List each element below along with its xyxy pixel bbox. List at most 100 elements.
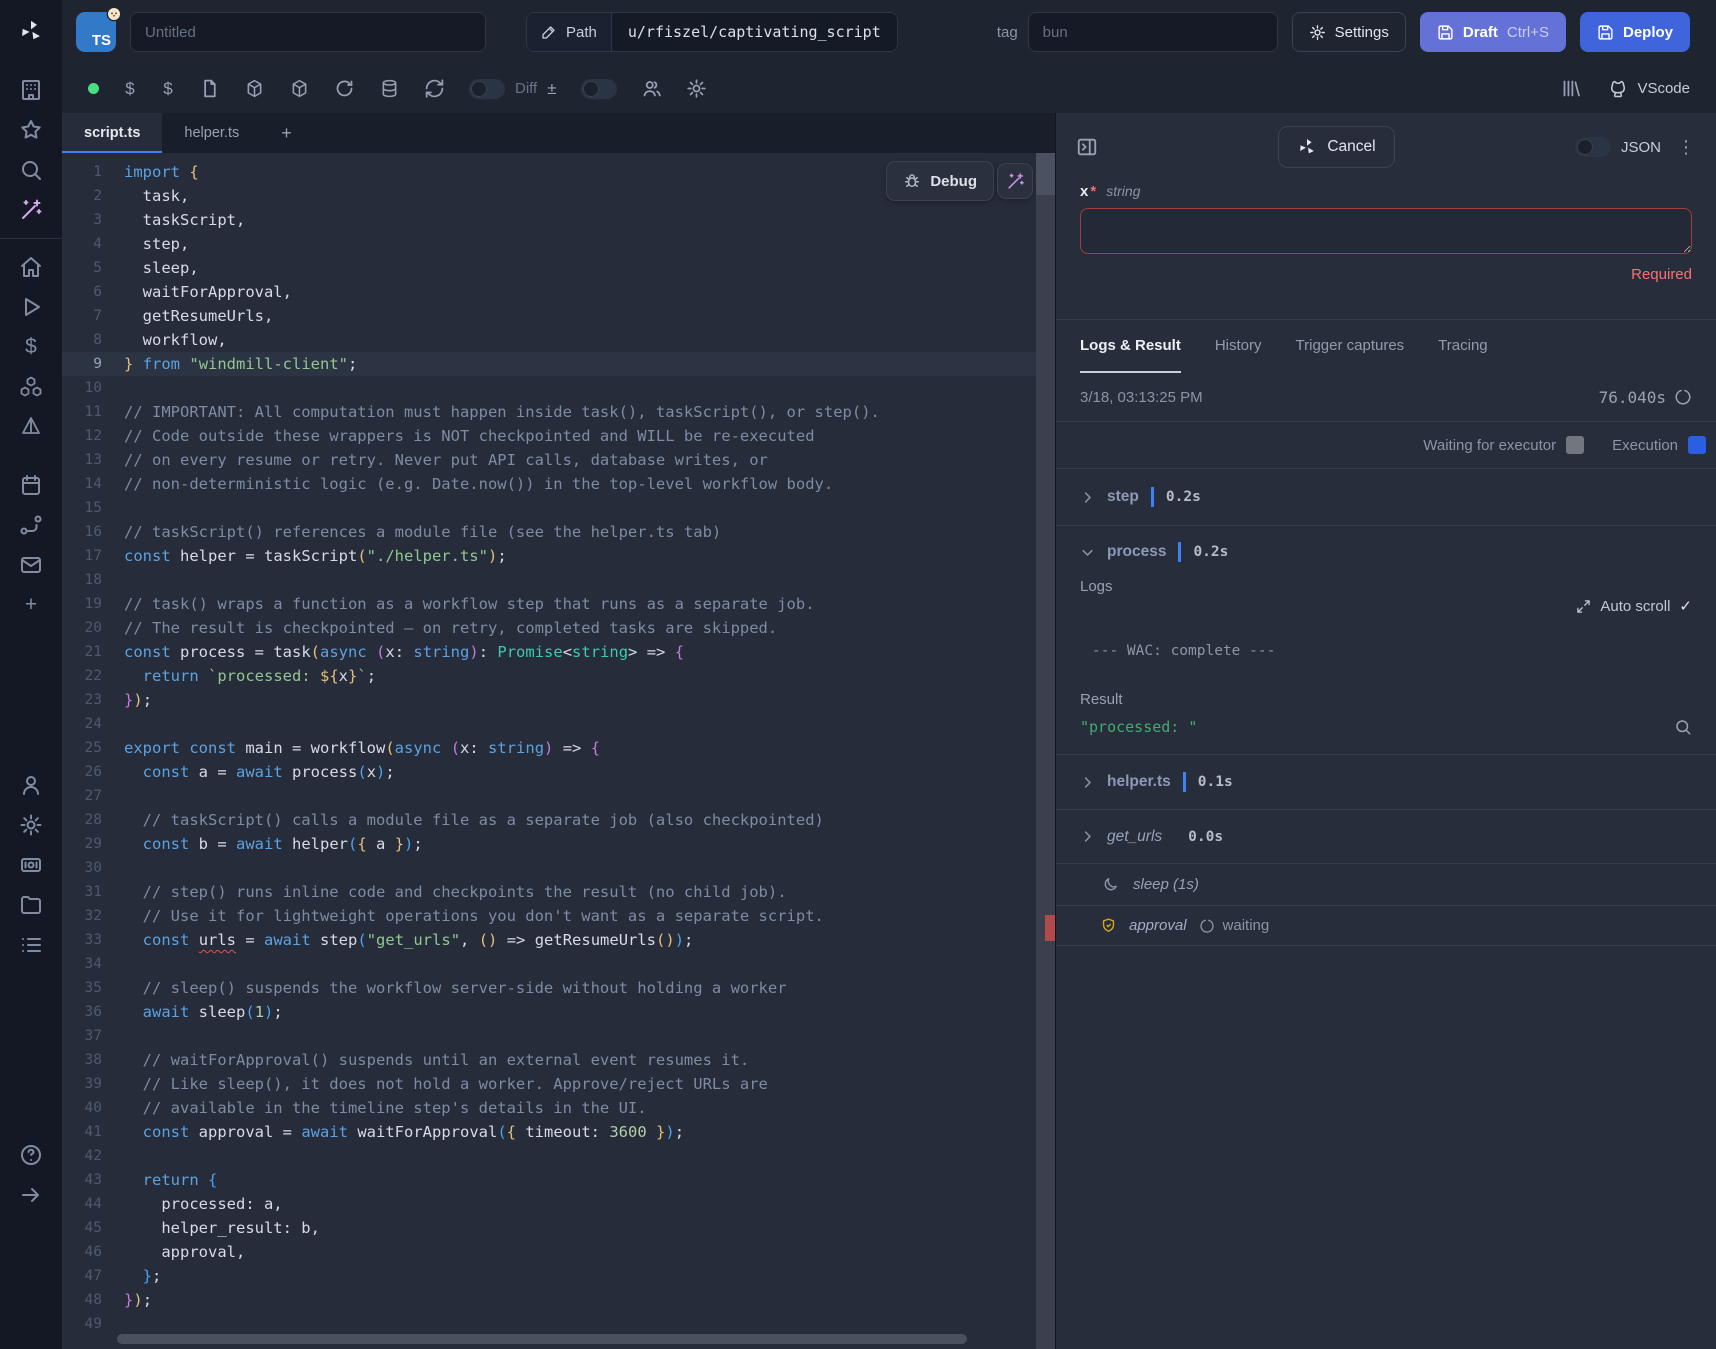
favorites-star-icon[interactable] [19, 118, 43, 142]
code-line[interactable]: 21const process = task(async (x: string)… [62, 640, 1036, 664]
code-line[interactable]: 5 sleep, [62, 256, 1036, 280]
flows-route-icon[interactable] [19, 513, 43, 537]
code-line[interactable]: 20// The result is checkpointed — on ret… [62, 616, 1036, 640]
code-line[interactable]: 11// IMPORTANT: All computation must hap… [62, 400, 1036, 424]
tab-logs-result[interactable]: Logs & Result [1080, 320, 1181, 373]
code-line[interactable]: 26 const a = await process(x); [62, 760, 1036, 784]
code-line[interactable]: 13// on every resume or retry. Never put… [62, 448, 1036, 472]
runs-play-icon[interactable] [19, 295, 43, 319]
package-icon[interactable] [244, 78, 265, 99]
schedules-prism-icon[interactable] [19, 415, 43, 439]
diff-toggle[interactable] [469, 79, 505, 99]
refresh-icon[interactable] [424, 78, 445, 99]
code-line[interactable]: 49 [62, 1312, 1036, 1336]
user-icon[interactable] [19, 773, 43, 797]
code-line[interactable]: 9} from "windmill-client"; [62, 352, 1036, 376]
code-line[interactable]: 25export const main = workflow(async (x:… [62, 736, 1036, 760]
folders-icon[interactable] [19, 893, 43, 917]
draft-button[interactable]: Draft Ctrl+S [1420, 12, 1566, 52]
debug-button[interactable]: Debug [886, 161, 994, 201]
code-line[interactable]: 23}); [62, 688, 1036, 712]
code-line[interactable]: 30 [62, 856, 1036, 880]
code-line[interactable]: 6 waitForApproval, [62, 280, 1036, 304]
scrollbar-thumb[interactable] [1036, 153, 1055, 195]
code-line[interactable]: 14// non-deterministic logic (e.g. Date.… [62, 472, 1036, 496]
settings-gear-icon[interactable] [19, 813, 43, 837]
code-line[interactable]: 18 [62, 568, 1036, 592]
kebab-menu-icon[interactable]: ⋮ [1677, 137, 1696, 158]
new-tab-button[interactable]: + [261, 113, 312, 153]
code-line[interactable]: 32 // Use it for lightweight operations … [62, 904, 1036, 928]
code-line[interactable]: 28 // taskScript() calls a module file a… [62, 808, 1036, 832]
code-line[interactable]: 7 getResumeUrls, [62, 304, 1036, 328]
code-line[interactable]: 34 [62, 952, 1036, 976]
calendar-icon[interactable] [19, 473, 43, 497]
code-line[interactable]: 42 [62, 1144, 1036, 1168]
timeline-row-step[interactable]: step 0.2s [1056, 469, 1716, 526]
mail-icon[interactable] [19, 553, 43, 577]
code-line[interactable]: 29 const b = await helper({ a }); [62, 832, 1036, 856]
search-icon[interactable] [19, 158, 43, 182]
package-icon[interactable] [289, 78, 310, 99]
vertical-scrollbar[interactable] [1036, 153, 1055, 1349]
add-plus-icon[interactable]: + [19, 593, 43, 617]
code-line[interactable]: 44 processed: a, [62, 1192, 1036, 1216]
timeline-row-sleep[interactable]: sleep (1s) [1056, 864, 1716, 906]
ai-wand-button[interactable] [997, 163, 1033, 199]
variables-dollar-icon[interactable]: $ [123, 78, 137, 99]
resources-cubes-icon[interactable] [19, 375, 43, 399]
code-line[interactable]: 4 step, [62, 232, 1036, 256]
code-line[interactable]: 31 // step() runs inline code and checkp… [62, 880, 1036, 904]
history-icon[interactable] [334, 78, 355, 99]
database-icon[interactable] [379, 78, 400, 99]
tab-script-ts[interactable]: script.ts [62, 113, 162, 153]
timeline-row-get-urls[interactable]: get_urls 0.0s [1056, 810, 1716, 864]
code-line[interactable]: 40 // available in the timeline step's d… [62, 1096, 1036, 1120]
code-line[interactable]: 10 [62, 376, 1036, 400]
code-line[interactable]: 33 const urls = await step("get_urls", (… [62, 928, 1036, 952]
code-line[interactable]: 48}); [62, 1288, 1036, 1312]
magnifier-icon[interactable] [1674, 718, 1692, 736]
timeline-row-helper[interactable]: helper.ts 0.1s [1056, 755, 1716, 810]
autoscroll-control[interactable]: Auto scroll ✓ [1080, 597, 1692, 615]
code-line[interactable]: 8 workflow, [62, 328, 1036, 352]
code-line[interactable]: 24 [62, 712, 1036, 736]
code-line[interactable]: 3 taskScript, [62, 208, 1036, 232]
tab-helper-ts[interactable]: helper.ts [162, 113, 261, 153]
settings-button[interactable]: Settings [1292, 12, 1406, 52]
code-line[interactable]: 22 return `processed: ${x}`; [62, 664, 1036, 688]
tab-history[interactable]: History [1215, 320, 1262, 373]
multiplayer-toggle[interactable] [581, 79, 617, 99]
code-line[interactable]: 15 [62, 496, 1036, 520]
tab-trigger-captures[interactable]: Trigger captures [1296, 320, 1405, 373]
code-line[interactable]: 17const helper = taskScript("./helper.ts… [62, 544, 1036, 568]
workspace-icon[interactable] [19, 78, 43, 102]
run-summary-row[interactable]: 3/18, 03:13:25 PM 76.040s [1056, 373, 1716, 422]
code-line[interactable]: 36 await sleep(1); [62, 1000, 1036, 1024]
deploy-button[interactable]: Deploy [1580, 12, 1690, 52]
code-line[interactable]: 39 // Like sleep(), it does not hold a w… [62, 1072, 1036, 1096]
code-line[interactable]: 12// Code outside these wrappers is NOT … [62, 424, 1036, 448]
help-icon[interactable] [19, 1143, 43, 1167]
code-editor[interactable]: 1import {2 task,3 taskScript,4 step,5 sl… [62, 153, 1036, 1349]
variables-dollar-icon[interactable]: $ [19, 335, 43, 359]
code-line[interactable]: 37 [62, 1024, 1036, 1048]
code-line[interactable]: 16// taskScript() references a module fi… [62, 520, 1036, 544]
code-line[interactable]: 43 return { [62, 1168, 1036, 1192]
field-x-input[interactable] [1080, 208, 1692, 254]
code-line[interactable]: 45 helper_result: b, [62, 1216, 1036, 1240]
code-line[interactable]: 38 // waitForApproval() suspends until a… [62, 1048, 1036, 1072]
ai-wand-icon[interactable] [19, 198, 43, 222]
vscode-button[interactable]: VScode [1608, 79, 1690, 99]
timeline-row-process[interactable]: process 0.2s [1056, 526, 1716, 578]
audit-list-icon[interactable] [19, 933, 43, 957]
collapse-arrow-icon[interactable] [19, 1183, 43, 1207]
timeline-row-approval[interactable]: approval waiting [1056, 906, 1716, 946]
home-icon[interactable] [19, 255, 43, 279]
code-line[interactable]: 41 const approval = await waitForApprova… [62, 1120, 1036, 1144]
workers-icon[interactable] [19, 853, 43, 877]
cancel-button[interactable]: Cancel [1278, 126, 1394, 168]
script-name-input[interactable] [130, 12, 486, 52]
code-line[interactable]: 35 // sleep() suspends the workflow serv… [62, 976, 1036, 1000]
file-icon[interactable] [199, 78, 220, 99]
